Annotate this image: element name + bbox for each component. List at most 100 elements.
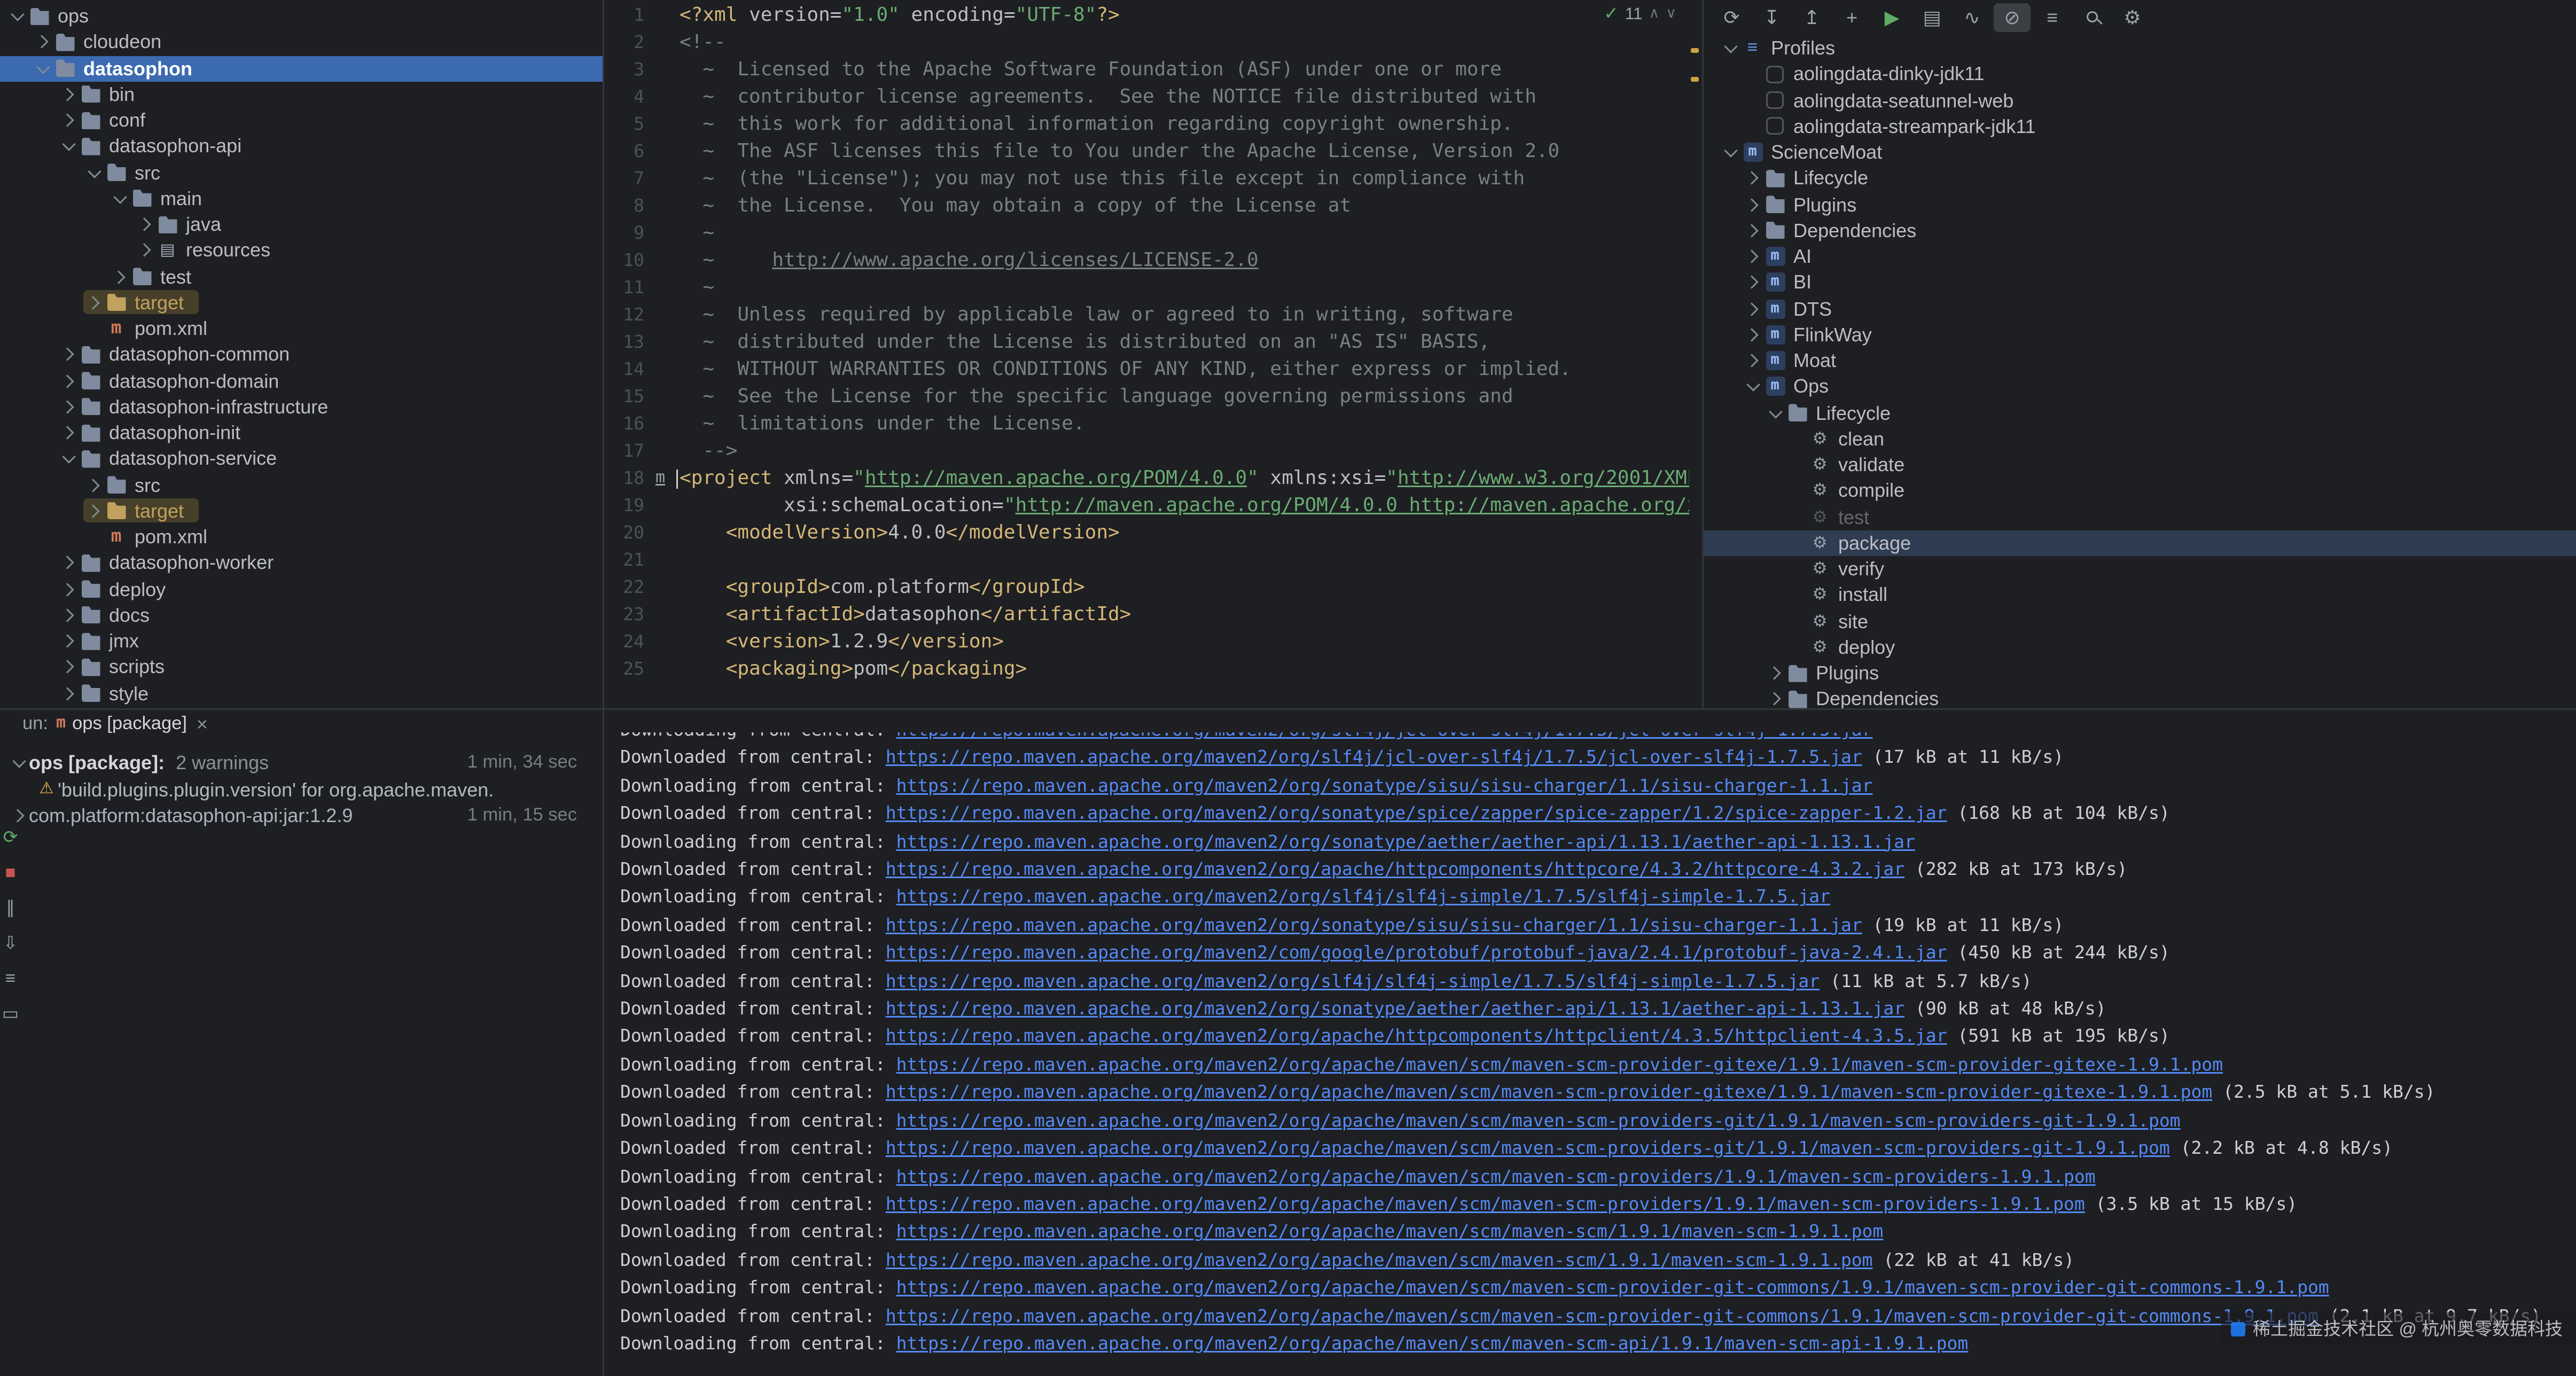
maven-tree-row[interactable]: ⚙install bbox=[1704, 582, 2576, 608]
chevron-right-icon[interactable] bbox=[8, 806, 29, 826]
console-link[interactable]: https://repo.maven.apache.org/maven2/org… bbox=[886, 859, 1904, 880]
chevron-right-icon[interactable] bbox=[58, 396, 79, 417]
editor-line[interactable]: 3 ~ Licensed to the Apache Software Foun… bbox=[604, 56, 1689, 83]
editor-line[interactable]: 15 ~ See the License for the specific la… bbox=[604, 383, 1689, 410]
chevron-right-icon[interactable] bbox=[1742, 350, 1763, 371]
chevron-right-icon[interactable] bbox=[58, 605, 79, 626]
close-tab-icon[interactable]: × bbox=[193, 713, 208, 735]
run-tab[interactable]: m ops [package] × bbox=[56, 713, 208, 735]
build-module-row[interactable]: com.platform:datasophon-api:jar:1.2.9 1 … bbox=[0, 803, 603, 830]
upload-icon[interactable]: ↥ bbox=[1793, 3, 1830, 32]
maven-tree-row[interactable]: ⚙test bbox=[1704, 504, 2576, 530]
chevron-right-icon[interactable] bbox=[1742, 168, 1763, 189]
chevron-right-icon[interactable] bbox=[58, 657, 79, 678]
console-link[interactable]: https://repo.maven.apache.org/maven2/org… bbox=[886, 1249, 1873, 1270]
project-tree-row[interactable]: style bbox=[0, 681, 603, 707]
chevron-down-icon[interactable] bbox=[6, 6, 27, 27]
editor-line[interactable]: 16 ~ limitations under the License. bbox=[604, 410, 1689, 437]
maven-tree-row[interactable]: aolingdata-seatunnel-web bbox=[1704, 88, 2576, 114]
chevron-right-icon[interactable] bbox=[58, 110, 79, 131]
chevron-right-icon[interactable] bbox=[1765, 689, 1785, 708]
project-tree-row[interactable]: datasophon-init bbox=[0, 420, 603, 446]
skip-tests-icon[interactable]: ⊘ bbox=[1994, 3, 2031, 32]
project-tree-row[interactable]: datasophon bbox=[0, 56, 603, 82]
editor-line[interactable]: 12 ~ Unless required by applicable law o… bbox=[604, 301, 1689, 329]
project-tree-row[interactable]: main bbox=[0, 185, 603, 212]
chevron-right-icon[interactable] bbox=[1742, 220, 1763, 241]
project-tree-row[interactable]: ops bbox=[0, 3, 603, 29]
editor-line[interactable]: 22 <groupId>com.platform</groupId> bbox=[604, 574, 1689, 601]
editor-line[interactable]: 11 ~ bbox=[604, 274, 1689, 301]
maven-tree-row[interactable]: mDTS bbox=[1704, 296, 2576, 322]
project-tree-row[interactable]: jmx bbox=[0, 628, 603, 654]
project-tree-row[interactable]: scripts bbox=[0, 654, 603, 681]
chevron-right-icon[interactable] bbox=[58, 553, 79, 574]
scroll-to-end-icon[interactable]: ⇩ bbox=[3, 934, 18, 953]
chevron-right-icon[interactable] bbox=[58, 578, 79, 599]
console-link[interactable]: https://repo.maven.apache.org/maven2/org… bbox=[896, 1222, 1884, 1242]
chevron-down-icon[interactable] bbox=[109, 188, 130, 209]
console-link[interactable]: https://repo.maven.apache.org/maven2/org… bbox=[886, 998, 1904, 1019]
console-link[interactable]: https://repo.maven.apache.org/maven2/org… bbox=[896, 1166, 2096, 1187]
chevron-down-icon[interactable] bbox=[1720, 142, 1740, 163]
project-tree-row[interactable]: docs bbox=[0, 602, 603, 628]
chevron-down-icon[interactable] bbox=[1720, 38, 1740, 59]
maven-tree-row[interactable]: ⚙compile bbox=[1704, 478, 2576, 504]
console-link[interactable]: https://repo.maven.apache.org/maven2/org… bbox=[886, 915, 1862, 936]
maven-tree-row[interactable]: mFlinkWay bbox=[1704, 322, 2576, 348]
console-link[interactable]: https://repo.maven.apache.org/maven2/org… bbox=[886, 1305, 2319, 1326]
chevron-right-icon[interactable] bbox=[58, 423, 79, 443]
console-link[interactable]: https://repo.maven.apache.org/maven2/org… bbox=[886, 1194, 2085, 1215]
maven-tree-row[interactable]: ⚙verify bbox=[1704, 556, 2576, 582]
project-tree-row[interactable]: src bbox=[0, 160, 603, 186]
console-link[interactable]: https://repo.maven.apache.org/maven2/org… bbox=[896, 1054, 2223, 1075]
chevron-down-icon[interactable] bbox=[1742, 377, 1763, 397]
project-tree-row[interactable]: datasophon-api bbox=[0, 134, 603, 160]
run-icon[interactable]: ▶ bbox=[1874, 3, 1910, 32]
editor-line[interactable]: 9 ~ bbox=[604, 220, 1689, 247]
pause-icon[interactable]: ∥ bbox=[6, 899, 15, 918]
chevron-down-icon[interactable] bbox=[58, 136, 79, 157]
add-configuration-icon[interactable]: + bbox=[1833, 3, 1870, 32]
console-link[interactable]: https://repo.maven.apache.org/maven2/org… bbox=[896, 732, 1873, 740]
editor-line[interactable]: 10 ~ http://www.apache.org/licenses/LICE… bbox=[604, 247, 1689, 274]
editor-line[interactable]: 23 <artifactId>datasophon</artifactId> bbox=[604, 601, 1689, 628]
maven-tree-row[interactable]: mBI bbox=[1704, 270, 2576, 296]
editor-line[interactable]: 21 bbox=[604, 546, 1689, 574]
maven-tree-row[interactable]: mAI bbox=[1704, 244, 2576, 270]
maven-tree-row[interactable]: ⚙clean bbox=[1704, 426, 2576, 452]
chevron-right-icon[interactable] bbox=[1742, 324, 1763, 345]
project-tree-row[interactable]: bin bbox=[0, 81, 603, 107]
project-tree-row[interactable]: deploy bbox=[0, 576, 603, 603]
chevron-right-icon[interactable] bbox=[135, 214, 155, 235]
editor-line[interactable]: 5 ~ this work for additional information… bbox=[604, 111, 1689, 138]
maven-tree-row[interactable]: Dependencies bbox=[1704, 686, 2576, 708]
chevron-right-icon[interactable] bbox=[83, 501, 104, 521]
chevron-right-icon[interactable] bbox=[1742, 298, 1763, 319]
project-tree-row[interactable]: mpom.xml bbox=[0, 316, 603, 342]
search-icon[interactable] bbox=[2074, 3, 2111, 32]
build-root-row[interactable]: ops [package]: 2 warnings 1 min, 34 sec bbox=[0, 750, 603, 777]
project-tree-row[interactable]: datasophon-service bbox=[0, 446, 603, 472]
project-tree-row[interactable]: target bbox=[0, 290, 603, 316]
editor-line[interactable]: 1<?xml version="1.0" encoding="UTF-8"?> bbox=[604, 2, 1689, 29]
maven-tree-row[interactable]: Dependencies bbox=[1704, 217, 2576, 244]
maven-tree-row[interactable]: Plugins bbox=[1704, 192, 2576, 218]
console-link[interactable]: https://repo.maven.apache.org/maven2/org… bbox=[886, 803, 1947, 824]
project-tree-row[interactable]: ▤resources bbox=[0, 238, 603, 264]
editor-line[interactable]: 18m<project xmlns="http://maven.apache.o… bbox=[604, 465, 1689, 492]
terminal-icon[interactable]: ▤ bbox=[1914, 3, 1950, 32]
editor-line[interactable]: 13 ~ distributed under the License is di… bbox=[604, 329, 1689, 356]
maven-tree-row[interactable]: ⚙deploy bbox=[1704, 634, 2576, 660]
project-tree-row[interactable]: target bbox=[0, 498, 603, 524]
editor-line[interactable]: 25 <packaging>pom</packaging> bbox=[604, 655, 1689, 683]
chevron-down-icon[interactable] bbox=[1765, 402, 1785, 423]
download-sources-icon[interactable]: ↧ bbox=[1753, 3, 1790, 32]
editor-line[interactable]: 20 <modelVersion>4.0.0</modelVersion> bbox=[604, 519, 1689, 546]
console-link[interactable]: https://repo.maven.apache.org/maven2/org… bbox=[896, 1333, 1969, 1354]
chevron-right-icon[interactable] bbox=[1742, 272, 1763, 293]
build-warning-row[interactable]: ⚠ 'build.plugins.plugin.version' for org… bbox=[0, 777, 603, 803]
console-link[interactable]: https://repo.maven.apache.org/maven2/org… bbox=[886, 1026, 1947, 1047]
maven-tree-row[interactable]: aolingdata-streampark-jdk11 bbox=[1704, 113, 2576, 139]
project-tree-row[interactable]: datasophon-infrastructure bbox=[0, 394, 603, 420]
